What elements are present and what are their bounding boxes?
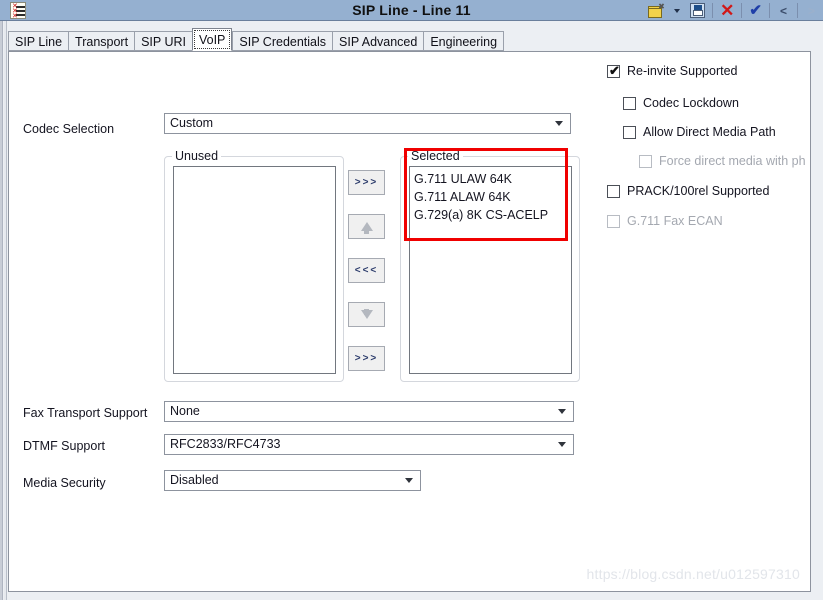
- triple-left-arrow-icon: <<<: [354, 265, 379, 276]
- tab-sip-credentials[interactable]: SIP Credentials: [232, 31, 333, 51]
- codec-selection-value: Custom: [170, 116, 214, 130]
- checkbox-label: G.711 Fax ECAN: [627, 214, 723, 228]
- checkbox-force-direct-media-with-phone: Force direct media with ph: [639, 154, 806, 168]
- move-down-button[interactable]: [348, 302, 385, 327]
- close-x-icon: ✕: [720, 1, 735, 20]
- open-dropdown-button[interactable]: [669, 0, 685, 21]
- save-icon: [690, 3, 706, 18]
- checkbox-box: ✔: [607, 62, 620, 78]
- tab-transport[interactable]: Transport: [68, 31, 135, 51]
- arrow-up-stem: [364, 228, 369, 234]
- open-icon: ✖: [648, 2, 665, 18]
- tab-strip: SIP Line Transport SIP URI VoIP SIP Cred…: [8, 28, 505, 51]
- tab-engineering[interactable]: Engineering: [423, 31, 505, 51]
- dtmf-support-value: RFC2833/RFC4733: [170, 437, 281, 451]
- check-icon: ✔: [749, 2, 762, 19]
- add-button[interactable]: >>>: [348, 346, 385, 371]
- toolbar-separator: [712, 3, 714, 18]
- arrow-down-stem: [364, 309, 369, 315]
- chevron-down-icon: [555, 121, 563, 126]
- checkbox-box: [623, 125, 636, 139]
- media-security-dropdown[interactable]: Disabled: [164, 470, 421, 491]
- unused-group-caption: Unused: [172, 149, 222, 163]
- window-left-edge-inner: [4, 21, 7, 600]
- list-item[interactable]: G.711 ULAW 64K: [410, 170, 571, 188]
- chevron-down-icon: [674, 8, 681, 13]
- unused-codecs-group: Unused: [164, 149, 344, 382]
- dtmf-support-label: DTMF Support: [23, 439, 105, 453]
- previous-icon: <: [779, 3, 787, 18]
- selected-group-caption: Selected: [408, 149, 463, 163]
- selected-codecs-listbox[interactable]: G.711 ULAW 64K G.711 ALAW 64K G.729(a) 8…: [409, 166, 572, 374]
- media-security-label: Media Security: [23, 476, 106, 490]
- list-item[interactable]: G.711 ALAW 64K: [410, 188, 571, 206]
- list-item[interactable]: G.729(a) 8K CS-ACELP: [410, 206, 571, 224]
- media-security-value: Disabled: [170, 473, 219, 487]
- checkbox-g711-fax-ecan: G.711 Fax ECAN: [607, 214, 723, 228]
- tab-sip-line[interactable]: SIP Line: [8, 31, 69, 51]
- checkbox-box: [607, 214, 620, 228]
- chevron-down-icon: [405, 478, 413, 483]
- triple-right-arrow-icon-2: >>>: [354, 353, 379, 364]
- title-bar-toolbar: ✖ ✕ ✔ < >: [643, 0, 823, 21]
- window-left-edge: [0, 21, 3, 600]
- checkbox-label: Codec Lockdown: [643, 96, 739, 110]
- tab-voip[interactable]: VoIP: [191, 28, 233, 51]
- checkbox-re-invite-supported[interactable]: ✔ Re-invite Supported: [607, 62, 738, 78]
- cancel-button[interactable]: ✕: [715, 0, 739, 21]
- toolbar-separator: [768, 3, 770, 18]
- toolbar-separator: [796, 3, 798, 18]
- codec-selection-label: Codec Selection: [23, 122, 115, 136]
- title-bar: ✕ ✕ ✕ SIP Line - Line 11 ✖ ✕ ✔ < >: [0, 0, 823, 21]
- move-up-button[interactable]: [348, 214, 385, 239]
- open-button[interactable]: ✖: [643, 0, 669, 21]
- checkbox-label: Re-invite Supported: [627, 64, 738, 78]
- add-all-button[interactable]: >>>: [348, 170, 385, 195]
- toolbar-separator: [741, 3, 743, 18]
- checkbox-label: Force direct media with ph: [659, 154, 806, 168]
- checkbox-label: Allow Direct Media Path: [643, 125, 776, 139]
- triple-right-arrow-icon: >>>: [354, 177, 379, 188]
- tab-sip-uri[interactable]: SIP URI: [134, 31, 192, 51]
- checkbox-box: [639, 154, 652, 168]
- chevron-down-icon: [558, 409, 566, 414]
- fax-transport-support-label: Fax Transport Support: [23, 406, 148, 420]
- dtmf-support-dropdown[interactable]: RFC2833/RFC4733: [164, 434, 574, 455]
- remove-button[interactable]: <<<: [348, 258, 385, 283]
- codec-selection-dropdown[interactable]: Custom: [164, 113, 571, 134]
- save-button[interactable]: [685, 0, 710, 21]
- checkbox-label: PRACK/100rel Supported: [627, 184, 770, 198]
- voip-settings-panel: Codec Selection Custom Unused >>> <<< >>…: [8, 51, 811, 592]
- unused-codecs-listbox[interactable]: [173, 166, 336, 374]
- next-icon: >: [807, 3, 815, 18]
- checkbox-allow-direct-media-path[interactable]: Allow Direct Media Path: [623, 125, 776, 139]
- chevron-down-icon: [558, 442, 566, 447]
- fax-transport-support-value: None: [170, 404, 200, 418]
- ok-button[interactable]: ✔: [744, 0, 767, 21]
- watermark: https://blog.csdn.net/u012597310: [586, 566, 800, 582]
- checkbox-prack-100rel-supported[interactable]: PRACK/100rel Supported: [607, 184, 769, 198]
- checkbox-codec-lockdown[interactable]: Codec Lockdown: [623, 96, 739, 110]
- checkbox-box: [607, 184, 620, 198]
- next-record-button[interactable]: >: [800, 0, 823, 21]
- fax-transport-support-dropdown[interactable]: None: [164, 401, 574, 422]
- previous-record-button[interactable]: <: [772, 0, 795, 21]
- selected-codecs-group: Selected G.711 ULAW 64K G.711 ALAW 64K G…: [400, 149, 580, 382]
- tab-sip-advanced[interactable]: SIP Advanced: [332, 31, 424, 51]
- checkbox-box: [623, 96, 636, 110]
